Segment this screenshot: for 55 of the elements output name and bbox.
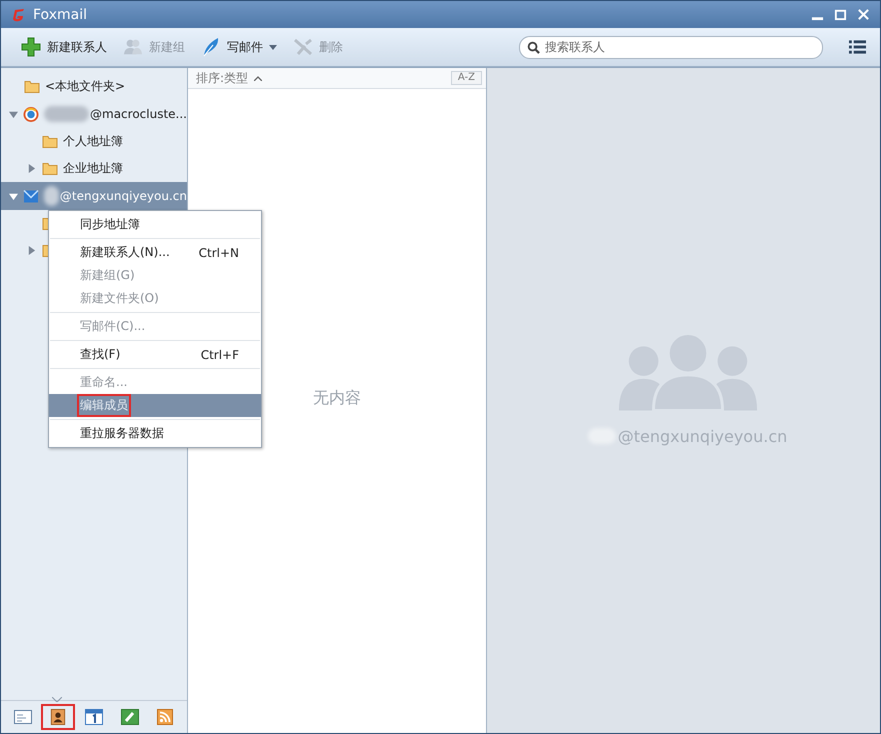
shortcut-text: Ctrl+N xyxy=(198,246,239,260)
menu-item[interactable]: 同步地址簿 xyxy=(49,213,261,236)
menu-item-label: 同步地址簿 xyxy=(79,216,141,233)
toolbar-button[interactable]: 写邮件 xyxy=(195,33,283,61)
tree-item[interactable]: @macrocluste... xyxy=(1,100,187,128)
menu-item-label: 查找(F) xyxy=(79,346,122,363)
pencil-icon xyxy=(120,709,139,725)
menu-item-label: 新建组(G) xyxy=(79,267,136,284)
contact-book-icon xyxy=(49,709,68,725)
window-title: Foxmail xyxy=(33,6,87,22)
sort-order-button[interactable]: A-Z xyxy=(450,71,482,85)
rss-icon xyxy=(156,709,174,725)
redacted-blur xyxy=(44,186,59,206)
menu-item-label: 写邮件(C)... xyxy=(79,318,146,335)
calendar-icon xyxy=(84,709,103,725)
tree-item[interactable]: <本地文件夹> xyxy=(1,72,187,100)
card-icon xyxy=(14,709,32,725)
people-icon xyxy=(123,37,143,57)
search-icon xyxy=(527,40,540,54)
search-field[interactable]: 搜索联系人 xyxy=(519,36,823,58)
expander-icon[interactable] xyxy=(27,246,36,255)
account-address: @tengxunqiyeyou.cn xyxy=(618,426,788,446)
menu-item-label: 新建文件夹(O) xyxy=(79,290,160,307)
menu-item[interactable]: 新建联系人(N)... Ctrl+N xyxy=(49,241,261,264)
sort-caret-icon[interactable] xyxy=(254,76,262,80)
redacted-blur xyxy=(44,106,90,122)
folder-icon xyxy=(42,134,58,149)
maximize-icon[interactable] xyxy=(834,8,847,21)
menu-item-label: 重拉服务器数据 xyxy=(79,425,165,442)
menu-icon[interactable] xyxy=(849,40,866,54)
toolbar-button[interactable]: 新建联系人 xyxy=(15,33,113,61)
empty-message: 无内容 xyxy=(313,388,361,409)
dropdown-caret-icon[interactable] xyxy=(269,44,277,50)
menu-item-label: 新建联系人(N)... xyxy=(79,244,171,261)
account-icon xyxy=(23,106,39,122)
feather-icon xyxy=(201,37,221,57)
tree-item[interactable]: 个人地址簿 xyxy=(1,128,187,155)
menu-item-label: 编辑成员 xyxy=(77,394,131,417)
menu-item[interactable]: 查找(F) Ctrl+F xyxy=(49,343,261,366)
close-icon[interactable] xyxy=(857,8,870,21)
foxmail-logo-icon xyxy=(11,6,27,22)
menu-item-label: 重命名... xyxy=(79,374,128,391)
folder-icon xyxy=(24,78,40,94)
folder-icon xyxy=(42,161,58,176)
tree-item[interactable]: 企业地址簿 xyxy=(1,155,187,182)
menu-item[interactable]: 重拉服务器数据 xyxy=(49,422,261,445)
nav-button[interactable] xyxy=(41,704,76,730)
expander-icon[interactable] xyxy=(9,192,18,200)
sort-label[interactable]: 排序:类型 xyxy=(196,70,248,86)
expander-icon[interactable] xyxy=(27,164,36,173)
shortcut-text: Ctrl+F xyxy=(200,348,239,362)
expander-icon[interactable] xyxy=(9,110,18,118)
delete-icon xyxy=(293,37,313,57)
mail-icon xyxy=(23,188,39,204)
plus-icon xyxy=(21,37,41,57)
